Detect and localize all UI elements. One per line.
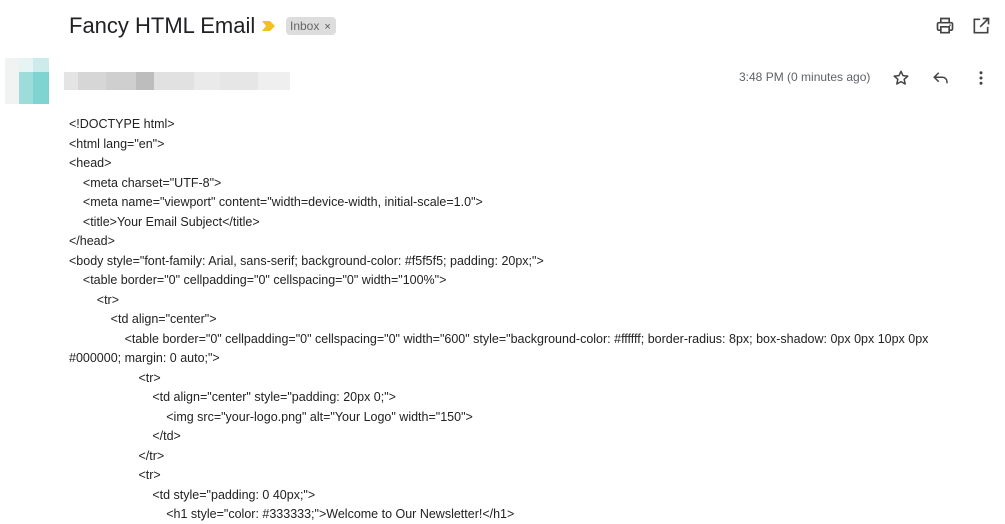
body-line: <head> [69, 156, 112, 170]
body-line: <!DOCTYPE html> [69, 117, 175, 131]
label-text: Inbox [290, 19, 320, 33]
more-vertical-icon [979, 71, 983, 85]
star-button[interactable] [889, 66, 913, 90]
body-line: <table border="0" cellpadding="0" cellsp… [69, 273, 447, 287]
body-line: <body style="font-family: Arial, sans-se… [69, 253, 544, 268]
body-line: <td align="center"> [69, 312, 217, 326]
body-line: <html lang="en"> [69, 136, 165, 151]
body-line: </head> [69, 234, 115, 248]
more-options-button[interactable] [969, 66, 993, 90]
open-in-new-window-button[interactable] [969, 14, 993, 38]
sender-name-redacted [64, 72, 290, 90]
body-line: <tr> [69, 370, 161, 385]
body-line: <table border="0" cellpadding="0" cellsp… [69, 331, 929, 346]
body-line: <tr> [69, 292, 120, 307]
inbox-label-chip[interactable]: Inbox × [286, 17, 336, 35]
print-button[interactable] [933, 14, 957, 38]
subject-header: Fancy HTML Email Inbox × [0, 0, 1005, 52]
email-body: <!DOCTYPE html> <html lang="en"> <head> … [69, 115, 974, 524]
email-timestamp: 3:48 PM (0 minutes ago) [739, 70, 871, 84]
print-icon [936, 17, 954, 34]
reply-icon [933, 72, 948, 84]
reply-button[interactable] [929, 66, 953, 90]
avatar[interactable] [5, 58, 49, 104]
star-icon [893, 70, 909, 85]
email-subject: Fancy HTML Email [69, 13, 256, 38]
body-line: <tr> [69, 468, 161, 482]
body-line: <td style="padding: 0 40px;"> [69, 487, 316, 502]
importance-marker-icon[interactable] [262, 21, 275, 31]
body-line: </tr> [69, 448, 165, 463]
body-line: <img src="your-logo.png" alt="Your Logo"… [69, 409, 473, 424]
body-line: <meta charset="UTF-8"> [69, 175, 222, 190]
body-line: </td> [69, 429, 181, 443]
body-line: <td align="center" style="padding: 20px … [69, 390, 396, 404]
open-in-new-window-icon [973, 17, 990, 34]
body-line: <h1 style="color: #333333;">Welcome to O… [69, 507, 515, 521]
sender-row: 3:48 PM (0 minutes ago) [0, 56, 1005, 108]
body-line: #000000; margin: 0 auto;"> [69, 351, 220, 365]
body-line: <title>Your Email Subject</title> [69, 214, 260, 229]
remove-label-button[interactable]: × [324, 21, 330, 33]
body-line: <meta name="viewport" content="width=dev… [69, 195, 483, 209]
